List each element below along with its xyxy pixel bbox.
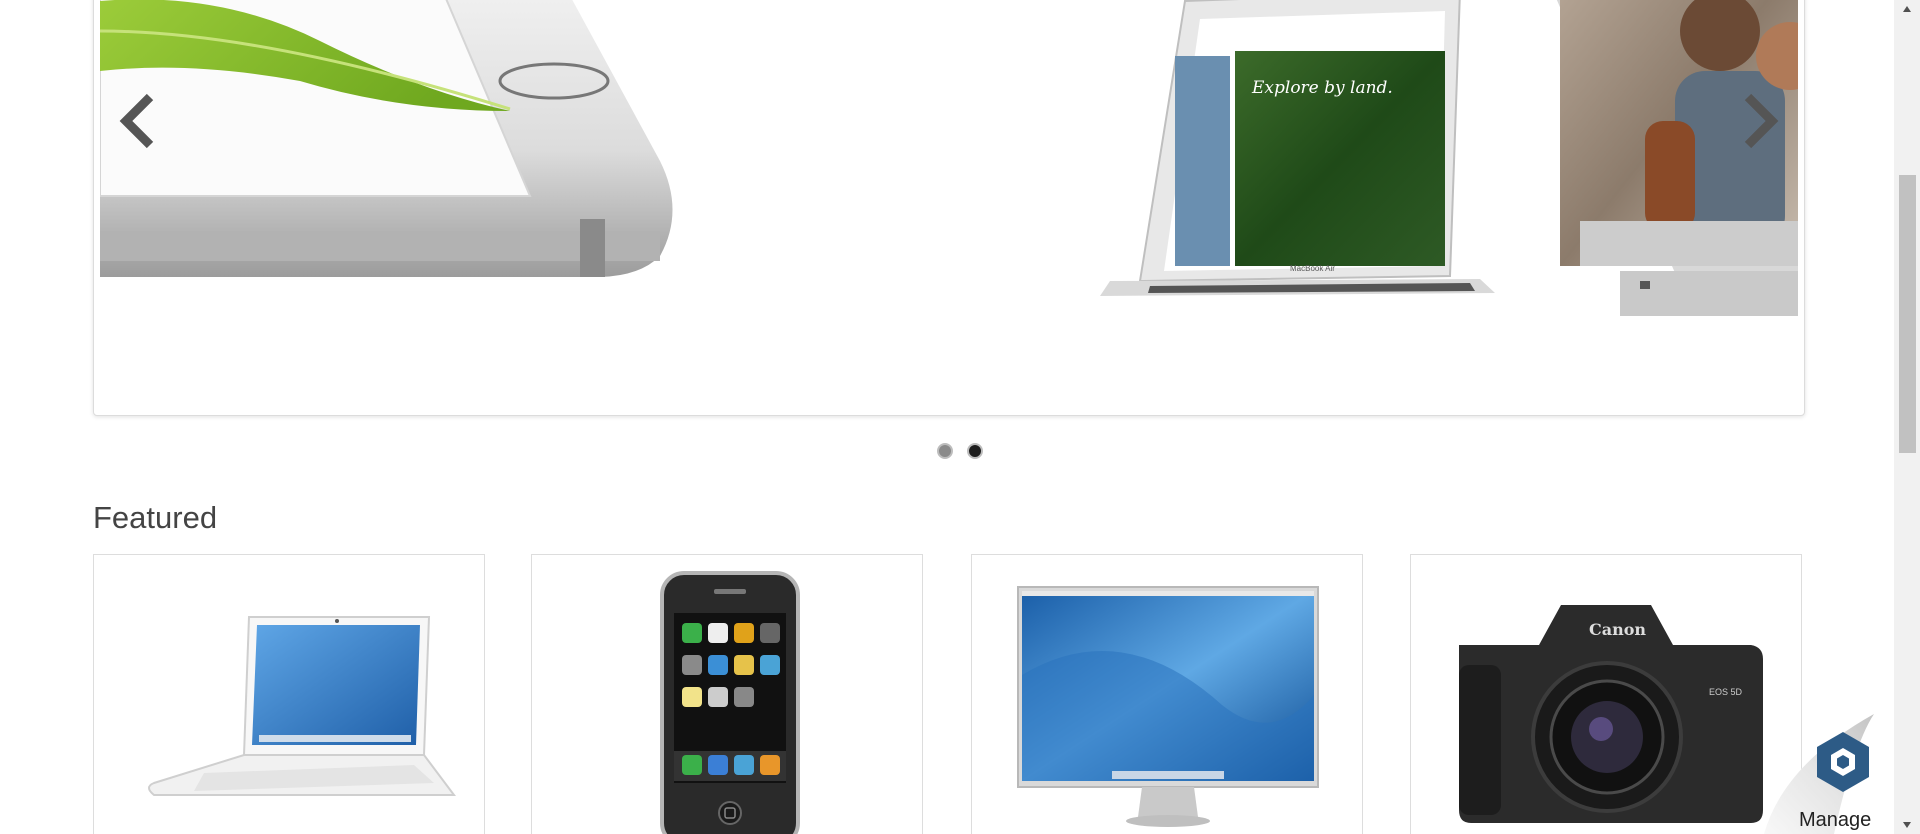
product-image-monitor <box>1017 586 1319 827</box>
laptop-screen-text: Explore by land. <box>1251 78 1393 98</box>
featured-heading: Featured <box>93 500 218 535</box>
carousel-prev-button[interactable] <box>108 86 168 156</box>
chevron-left-icon <box>119 93 154 149</box>
caret-down-icon <box>1903 822 1911 828</box>
product-card-monitor[interactable] <box>971 554 1363 834</box>
featured-products: Canon EOS 5D <box>93 554 1803 834</box>
product-image-camera: Canon EOS 5D <box>1459 605 1763 823</box>
carousel-slide[interactable]: Explore by land. MacBook Air <box>100 0 1798 415</box>
scroll-up-button[interactable] <box>1894 0 1920 18</box>
product-image-laptop <box>148 616 456 796</box>
scrollbar-thumb[interactable] <box>1899 175 1916 453</box>
slide-image: Explore by land. MacBook Air <box>100 0 1798 316</box>
product-card-laptop[interactable] <box>93 554 485 834</box>
carousel-indicators <box>0 443 1920 459</box>
manage-label: Manage <box>1799 809 1872 831</box>
hero-carousel: Explore by land. MacBook Air <box>93 0 1805 416</box>
carousel-dot-2[interactable] <box>967 443 983 459</box>
laptop-model-text: MacBook Air <box>1290 264 1335 273</box>
hexagon-logo-icon <box>1817 732 1869 792</box>
vertical-scrollbar[interactable] <box>1894 0 1920 834</box>
carousel-dot-1[interactable] <box>937 443 953 459</box>
camera-brand-text: Canon <box>1589 620 1646 639</box>
scroll-down-button[interactable] <box>1894 816 1920 834</box>
manage-widget[interactable]: Manage <box>1754 684 1894 834</box>
product-image-smartphone <box>660 571 800 834</box>
page: Explore by land. MacBook Air Featured Ca… <box>0 0 1920 834</box>
product-card-camera[interactable]: Canon EOS 5D <box>1410 554 1802 834</box>
caret-up-icon <box>1903 6 1911 12</box>
carousel-next-button[interactable] <box>1730 86 1790 156</box>
camera-model-text: EOS 5D <box>1709 687 1743 697</box>
product-card-smartphone[interactable] <box>531 554 923 834</box>
chevron-right-icon <box>1744 93 1779 149</box>
